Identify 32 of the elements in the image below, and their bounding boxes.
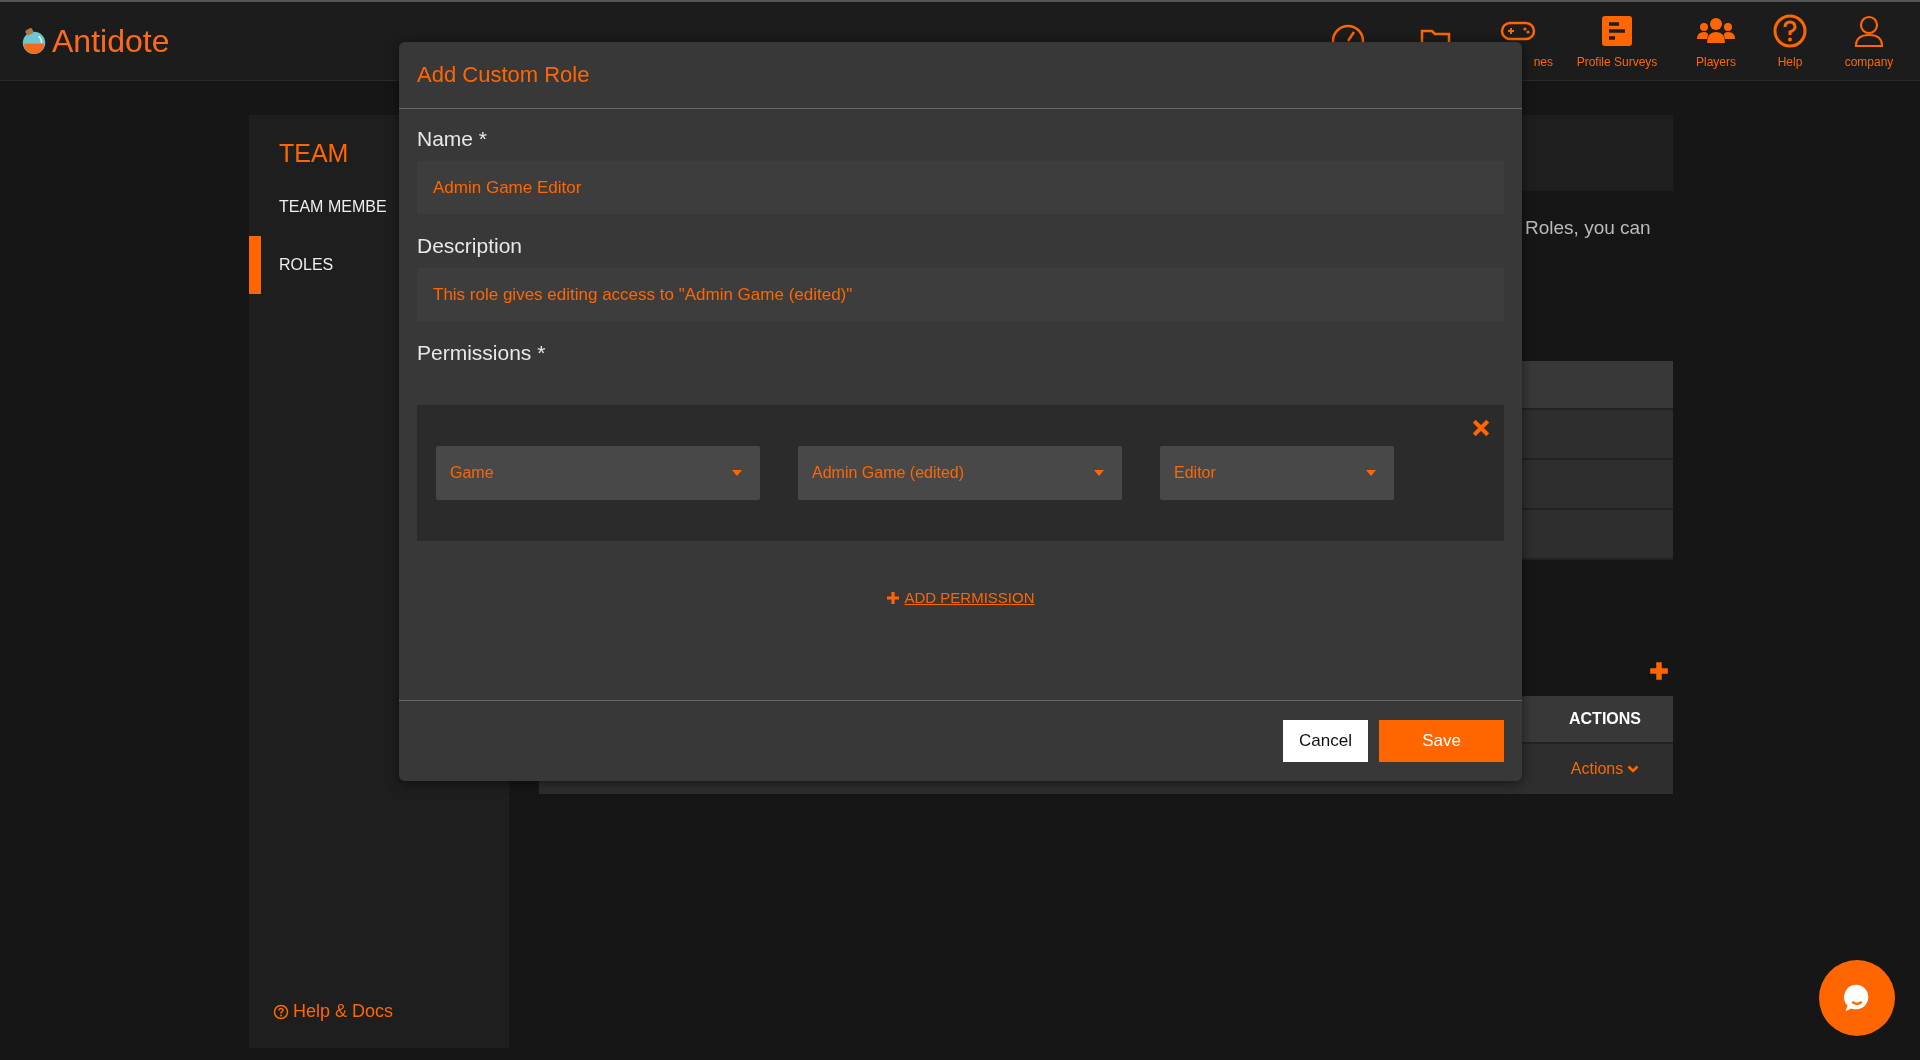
select-dropdown[interactable]: Editor bbox=[1160, 446, 1394, 500]
dialog-title: Add Custom Role bbox=[399, 42, 1522, 109]
logo-text: Antidote bbox=[52, 22, 170, 60]
chevron-down-icon bbox=[1627, 764, 1640, 774]
nav-label[interactable]: Players bbox=[1696, 55, 1736, 69]
nav-label[interactable]: company bbox=[1844, 55, 1894, 69]
select-dropdown[interactable]: Game bbox=[436, 446, 760, 500]
input-field[interactable]: Admin Game Editor bbox=[417, 161, 1504, 214]
actions-dropdown[interactable]: Actions bbox=[1537, 760, 1673, 778]
field-label: Permissions * bbox=[417, 341, 547, 365]
close-icon[interactable] bbox=[1472, 419, 1490, 437]
add-icon[interactable] bbox=[1648, 660, 1670, 682]
help-icon bbox=[273, 1003, 289, 1020]
nav-label[interactable]: Help bbox=[1777, 55, 1803, 69]
survey-icon[interactable] bbox=[1599, 13, 1635, 49]
cancel-button[interactable]: Cancel bbox=[1283, 720, 1368, 762]
nav-label[interactable]: Profile Surveys bbox=[1576, 55, 1658, 69]
intro-text: Roles, you can bbox=[1524, 216, 1652, 240]
select-dropdown[interactable]: Admin Game (edited) bbox=[798, 446, 1122, 500]
column-header: ACTIONS bbox=[1568, 710, 1642, 728]
save-button[interactable]: Save bbox=[1379, 720, 1504, 762]
nav-label[interactable]: nes bbox=[1533, 55, 1553, 69]
input-field[interactable]: This role gives editing access to "Admin Game (edited)" bbox=[417, 268, 1504, 321]
field-label: Name * bbox=[417, 127, 489, 151]
help-icon[interactable] bbox=[1772, 13, 1808, 49]
help-docs-link[interactable]: Help & Docs bbox=[249, 1001, 509, 1048]
plus-icon bbox=[886, 590, 901, 605]
potion-bottle-icon bbox=[20, 27, 48, 55]
caret-icon bbox=[1366, 470, 1376, 476]
add-permission-link[interactable]: ADD PERMISSION bbox=[886, 589, 1035, 606]
caret-icon bbox=[732, 470, 742, 476]
caret-icon bbox=[1094, 470, 1104, 476]
